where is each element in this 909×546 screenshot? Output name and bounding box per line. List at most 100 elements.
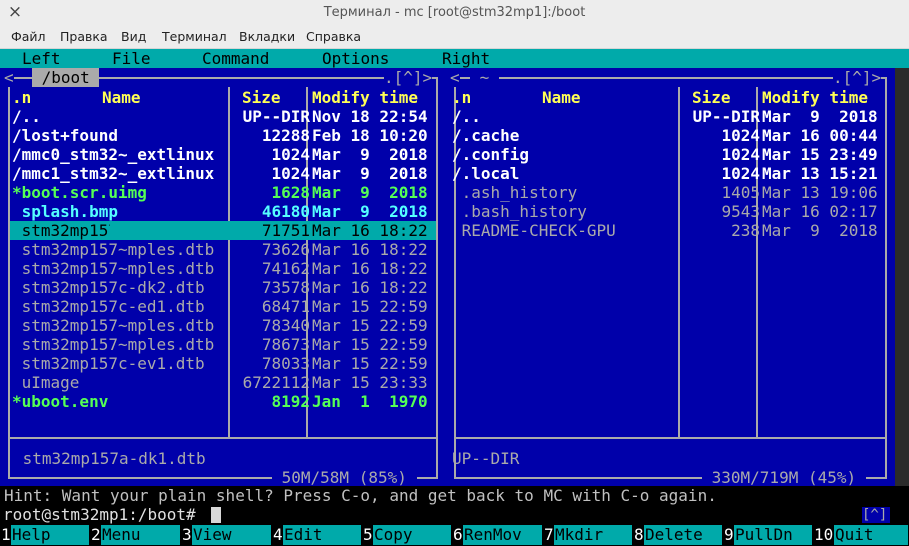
file-name: /.. — [12, 107, 41, 126]
fkey-quit-button[interactable]: 10 Quit — [813, 525, 909, 546]
file-size: 78033 — [261, 354, 310, 373]
file-name: /.cache — [452, 126, 520, 145]
menu-edit[interactable]: Правка — [60, 29, 108, 44]
file-mtime: Mar 16 00:44 — [762, 126, 878, 145]
fkey-menu-button[interactable]: 2 Menu — [90, 525, 181, 546]
file-row[interactable]: stm32mp157~mples.dtb 78673 Mar 15 22:59 — [10, 335, 436, 354]
file-size: 1628 — [271, 183, 310, 202]
file-mtime: Mar 16 18:22 — [312, 278, 428, 297]
file-size: 74162 — [261, 259, 310, 278]
scroll-hint[interactable]: [^] — [862, 507, 890, 523]
file-row[interactable]: .ash_history 1405 Mar 13 19:06 — [456, 183, 885, 202]
file-name: /lost+found — [12, 126, 118, 145]
mc-menu-options[interactable]: Options — [322, 49, 389, 68]
file-row[interactable]: stm32mp157c-dk2.dtb 73578 Mar 16 18:22 — [10, 278, 436, 297]
file-row[interactable]: stm32mp157c-ev1.dtb 78033 Mar 15 22:59 — [10, 354, 436, 373]
file-mtime: Mar 9 2018 — [312, 183, 428, 202]
fkey-label: Help — [11, 525, 89, 545]
file-size: UP--DIR — [692, 107, 760, 126]
file-row[interactable]: stm32mp157~mples.dtb 78340 Mar 15 22:59 — [10, 316, 436, 335]
file-row[interactable]: /.config 1024 Mar 15 23:49 — [452, 145, 885, 164]
file-mtime: Mar 15 22:59 — [312, 335, 428, 354]
fkey-label: RenMov — [463, 525, 542, 545]
file-mtime: Mar 13 19:06 — [762, 183, 878, 202]
file-row[interactable]: uImage 6722112 Mar 15 23:33 — [10, 373, 436, 392]
file-size: 238 — [731, 221, 760, 240]
file-row[interactable]: /.. UP--DIR Nov 18 22:54 — [10, 107, 436, 126]
menu-help[interactable]: Справка — [306, 29, 361, 44]
column-header-name[interactable]: Name — [102, 88, 141, 107]
menu-terminal[interactable]: Терминал — [162, 29, 227, 44]
mc-menu-command[interactable]: Command — [202, 49, 269, 68]
fkey-help-button[interactable]: 1 Help — [0, 525, 90, 546]
fkey-number: 4 — [273, 525, 283, 544]
mc-menu-file[interactable]: File — [112, 49, 151, 68]
title-bar: × Терминал - mc [root@stm32mp1]:/boot — [0, 0, 909, 27]
file-mtime: Mar 9 2018 — [312, 145, 428, 164]
fkey-copy-button[interactable]: 5 Copy — [362, 525, 452, 546]
menu-tabs[interactable]: Вкладки — [239, 29, 295, 44]
file-size: 46180 — [261, 202, 310, 221]
fkey-number: 7 — [544, 525, 554, 544]
file-row[interactable]: stm32mp157c-ed1.dtb 68471 Mar 15 22:59 — [10, 297, 436, 316]
file-row[interactable]: /mmc1_stm32~_extlinux 1024 Mar 9 2018 — [10, 164, 436, 183]
column-header-time[interactable]: Modify time — [762, 88, 868, 107]
file-row[interactable]: stm32mp157~mples.dtb 74162 Mar 16 18:22 — [10, 259, 436, 278]
file-size: 1405 — [721, 183, 760, 202]
file-size: 1024 — [271, 145, 310, 164]
file-mtime: Mar 15 23:49 — [762, 145, 878, 164]
file-mtime: Jan 1 1970 — [312, 392, 428, 411]
file-mtime: Mar 15 22:59 — [312, 316, 428, 335]
mc-menu-right[interactable]: Right — [442, 49, 490, 68]
file-row[interactable]: splash.bmp 46180 Mar 9 2018 — [10, 202, 436, 221]
panel-corner-right[interactable]: .[^]> — [384, 68, 433, 87]
frame-divider — [8, 437, 438, 439]
fkey-number: 10 — [814, 525, 834, 544]
file-row[interactable]: /.local 1024 Mar 13 15:21 — [452, 164, 885, 183]
file-name: /.local — [452, 164, 520, 183]
file-row[interactable]: stm32mp157a-dk1.dtb 71751 Mar 16 18:22 — [10, 221, 436, 240]
file-mtime: Mar 9 2018 — [312, 202, 428, 221]
fkey-view-button[interactable]: 3 View — [181, 525, 272, 546]
file-row[interactable]: stm32mp157~mples.dtb 73626 Mar 16 18:22 — [10, 240, 436, 259]
panel-corner-right[interactable]: .[^]> — [833, 68, 882, 87]
fkey-number: 1 — [1, 525, 11, 544]
file-row[interactable]: *uboot.env 8192 Jan 1 1970 — [10, 392, 436, 411]
panel-corner-left[interactable]: < — [4, 68, 14, 87]
mini-status: stm32mp157a-dk1.dtb — [13, 449, 206, 468]
column-header-name[interactable]: Name — [542, 88, 581, 107]
panel-corner-left[interactable]: < — [450, 68, 460, 87]
fkey-delete-button[interactable]: 8 Delete — [633, 525, 723, 546]
fkey-mkdir-button[interactable]: 7 Mkdir — [543, 525, 633, 546]
column-header-size[interactable]: Size — [692, 88, 731, 107]
file-size: 71751 — [110, 221, 310, 240]
frame-right — [885, 77, 887, 479]
file-row[interactable]: /.cache 1024 Mar 16 00:44 — [452, 126, 885, 145]
command-prompt[interactable]: root@stm32mp1:/boot# — [0, 505, 909, 524]
frame-top — [454, 77, 887, 79]
menu-view[interactable]: Вид — [121, 29, 146, 44]
fkey-number: 5 — [363, 525, 373, 544]
column-header-sort[interactable]: .n — [452, 88, 471, 107]
right-panel[interactable]: < ~ .[^]> .n Name Size Modify time /.. UP--DIR… — [446, 68, 895, 487]
column-header-time[interactable]: Modify time — [312, 88, 418, 107]
window-edge — [895, 68, 909, 486]
file-row[interactable]: /.. UP--DIR Mar 9 2018 — [452, 107, 885, 126]
fkey-renmov-button[interactable]: 6 RenMov — [452, 525, 543, 546]
file-row[interactable]: /mmc0_stm32~_extlinux 1024 Mar 9 2018 — [10, 145, 436, 164]
file-mtime: Nov 18 22:54 — [312, 107, 428, 126]
left-panel[interactable]: < /boot .[^]> .n Name Size Modify time /.. UP-… — [0, 68, 446, 487]
column-header-sort[interactable]: .n — [12, 88, 31, 107]
mc-menu-left[interactable]: Left — [22, 49, 61, 68]
file-row[interactable]: .bash_history 9543 Mar 16 02:17 — [456, 202, 885, 221]
menu-file[interactable]: Файл — [11, 29, 46, 44]
panel-path[interactable]: /boot — [32, 68, 100, 87]
panel-path[interactable]: ~ — [470, 68, 499, 87]
hint-line: Hint: Want your plain shell? Press C-o, … — [0, 486, 909, 505]
file-row[interactable]: /lost+found 12288 Feb 18 10:20 — [10, 126, 436, 145]
fkey-pulldn-button[interactable]: 9 PullDn — [723, 525, 813, 546]
column-header-size[interactable]: Size — [242, 88, 281, 107]
file-row[interactable]: README-CHECK-GPU 238 Mar 9 2018 — [456, 221, 885, 240]
fkey-edit-button[interactable]: 4 Edit — [272, 525, 362, 546]
file-row[interactable]: *boot.scr.uimg 1628 Mar 9 2018 — [10, 183, 436, 202]
